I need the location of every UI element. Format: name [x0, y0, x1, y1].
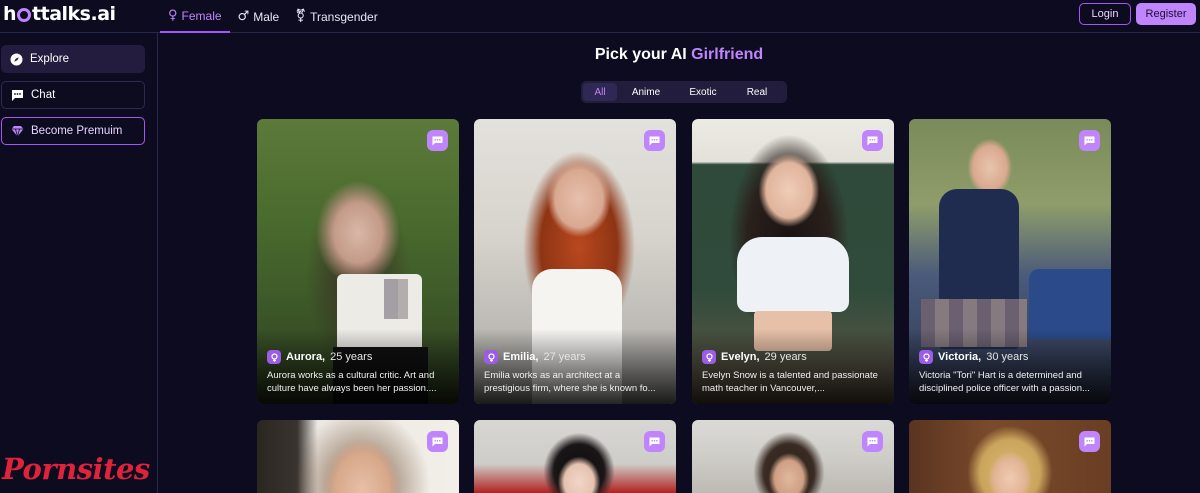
female-icon [919, 350, 933, 364]
character-description: Evelyn Snow is a talented and passionate… [702, 370, 878, 394]
character-age: 30 years [986, 351, 1029, 363]
chat-icon[interactable] [427, 431, 448, 452]
brand-logo[interactable]: h ttalks.ai [3, 3, 116, 25]
chat-icon[interactable] [644, 431, 665, 452]
character-name-row: Evelyn, 29 years [702, 350, 807, 364]
sidebar-item-explore[interactable]: Explore [1, 45, 145, 73]
character-description: Victoria "Tori" Hart is a determined and… [919, 370, 1090, 394]
tab-real[interactable]: Real [731, 83, 783, 101]
character-card-emilia[interactable]: Emilia, 27 years Emilia works as an arch… [474, 119, 676, 404]
character-card[interactable] [909, 420, 1111, 493]
sidebar-item-premium[interactable]: Become Premuim [1, 117, 145, 145]
character-description: Aurora works as a cultural critic. Art a… [267, 370, 437, 394]
photo-detail [737, 237, 849, 312]
category-tabs: All Anime Exotic Real [581, 81, 787, 103]
male-icon: ♂ [237, 9, 250, 24]
gender-tabs: ♀ Female ♂ Male ⚧ Transgender [160, 0, 386, 33]
tab-transgender[interactable]: ⚧ Transgender [287, 0, 386, 33]
compass-icon [10, 53, 23, 66]
female-icon [484, 350, 498, 364]
character-photo [692, 420, 894, 493]
character-photo [257, 420, 459, 493]
diamond-icon [11, 125, 24, 138]
character-name-row: Aurora, 25 years [267, 350, 372, 364]
character-card-victoria[interactable]: Victoria, 30 years Victoria "Tori" Hart … [909, 119, 1111, 404]
chat-icon [11, 89, 24, 102]
page-title-prefix: Pick your AI [594, 46, 692, 63]
chat-icon[interactable] [644, 130, 665, 151]
tab-all[interactable]: All [583, 83, 617, 101]
character-photo [909, 420, 1111, 493]
tab-anime[interactable]: Anime [617, 83, 675, 101]
character-card-aurora[interactable]: Aurora, 25 years Aurora works as a cultu… [257, 119, 459, 404]
page-title-accent: Girlfriend [691, 46, 764, 63]
character-name: Victoria, [938, 351, 982, 363]
character-age: 29 years [764, 351, 807, 363]
sidebar-item-label: Explore [30, 53, 69, 65]
female-icon: ♀ [168, 8, 178, 23]
login-button[interactable]: Login [1079, 3, 1131, 25]
character-card[interactable] [257, 420, 459, 493]
chat-icon[interactable] [1079, 130, 1100, 151]
character-card[interactable] [474, 420, 676, 493]
tab-female[interactable]: ♀ Female [160, 0, 230, 33]
sidebar-item-label: Chat [31, 89, 56, 101]
transgender-icon: ⚧ [295, 9, 307, 24]
sidebar-item-chat[interactable]: Chat [1, 81, 145, 109]
sidebar: Explore Chat Become Premuim [0, 33, 158, 493]
character-name: Evelyn, [721, 351, 760, 363]
top-navbar: h ttalks.ai ♀ Female ♂ Male ⚧ Transgender… [0, 0, 1200, 33]
tab-male[interactable]: ♂ Male [230, 0, 288, 33]
character-name-row: Emilia, 27 years [484, 350, 586, 364]
sidebar-item-label: Become Premuim [31, 125, 123, 137]
censor-blur [384, 279, 408, 319]
register-button[interactable]: Register [1136, 3, 1196, 25]
character-name-row: Victoria, 30 years [919, 350, 1028, 364]
character-photo [474, 420, 676, 493]
character-card-evelyn[interactable]: Evelyn, 29 years Evelyn Snow is a talent… [692, 119, 894, 404]
female-icon [267, 350, 281, 364]
tab-exotic[interactable]: Exotic [675, 83, 731, 101]
female-icon [702, 350, 716, 364]
character-age: 27 years [543, 351, 586, 363]
tab-male-label: Male [253, 9, 280, 24]
character-card[interactable] [692, 420, 894, 493]
watermark-logo: Pornsites [2, 452, 150, 486]
chat-icon[interactable] [862, 130, 883, 151]
character-name: Aurora, [286, 351, 326, 363]
character-description: Emilia works as an architect at a presti… [484, 370, 656, 394]
chat-icon[interactable] [1079, 431, 1100, 452]
character-age: 25 years [330, 351, 373, 363]
chat-icon[interactable] [862, 431, 883, 452]
tab-transgender-label: Transgender [310, 9, 378, 24]
character-name: Emilia, [503, 351, 539, 363]
chat-icon[interactable] [427, 130, 448, 151]
page-title: Pick your AI Girlfriend [158, 46, 1200, 64]
tab-female-label: Female [181, 8, 222, 23]
